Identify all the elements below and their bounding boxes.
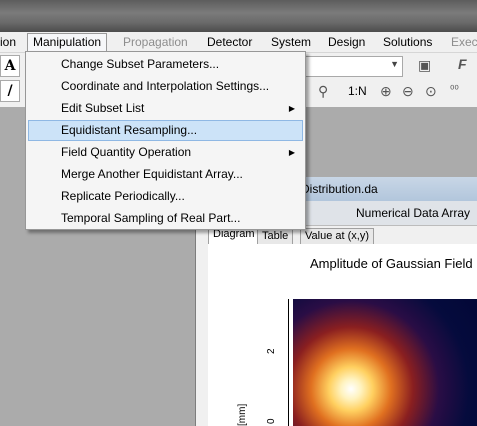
menu-item-merge-another-equidistant-array[interactable]: Merge Another Equidistant Array... [28,164,303,185]
window-title-bar [0,0,477,32]
zoom-100-icon[interactable]: ⁰⁰ [450,83,459,96]
pin-icon[interactable]: ⚲ [318,83,328,100]
zoom-in-icon[interactable]: ⊕ [380,83,392,100]
menu-bar: ion Manipulation Propagation Detector Sy… [0,32,477,53]
menu-item-temporal-sampling[interactable]: Temporal Sampling of Real Part... [28,208,303,229]
tab-table[interactable]: Table [257,228,294,244]
menu-design[interactable]: Design [328,35,365,49]
diagram-area: Amplitude of Gaussian Field 2 0 [mm] [208,244,477,426]
plot-title: Amplitude of Gaussian Field [310,256,473,271]
menu-item-label: Equidistant Resampling... [61,123,198,137]
manipulation-dropdown-menu: Change Subset Parameters... Coordinate a… [25,51,306,230]
y-axis-line [288,299,289,426]
tab-value-at[interactable]: Value at (x,y) [300,228,374,244]
submenu-arrow-icon: ▶ [288,104,295,113]
submenu-arrow-icon: ▶ [288,148,295,157]
chevron-down-icon: ▼ [390,59,399,69]
document-title: Distribution.da [301,182,378,196]
y-tick-label: 2 [266,348,277,354]
menu-item-label: Merge Another Equidistant Array... [61,167,243,181]
menu-simulation[interactable]: ion [0,35,16,49]
font-style-icon[interactable]: F [458,56,467,72]
menu-item-field-quantity-operation[interactable]: Field Quantity Operation ▶ [28,142,303,163]
y-axis-label: [mm] [237,403,248,426]
toolbar-font-button[interactable]: A [0,55,20,77]
menu-item-label: Edit Subset List [61,101,145,115]
menu-item-label: Change Subset Parameters... [61,57,220,71]
menu-item-replicate-periodically[interactable]: Replicate Periodically... [28,186,303,207]
menu-propagation[interactable]: Propagation [123,35,188,49]
menu-item-label: Coordinate and Interpolation Settings... [61,79,270,93]
menu-item-label: Field Quantity Operation [61,145,192,159]
menu-detector[interactable]: Detector [207,35,252,49]
zoom-ratio-button[interactable]: 1:N [348,84,367,98]
menu-item-label: Temporal Sampling of Real Part... [61,211,241,225]
toolbar-curve-button[interactable]: / [0,80,20,102]
menu-execute[interactable]: Execu [451,35,477,49]
menu-item-edit-subset-list[interactable]: Edit Subset List ▶ [28,98,303,119]
heatmap-image [293,299,477,426]
zoom-out-icon[interactable]: ⊖ [402,83,414,100]
y-tick-label: 0 [266,418,277,424]
zoom-fit-icon[interactable]: ⊙ [425,83,437,100]
toolbar-combo[interactable]: ▼ [305,56,403,77]
document-subtitle: Numerical Data Array [356,206,471,220]
menu-item-change-subset-parameters[interactable]: Change Subset Parameters... [28,54,303,75]
color-square-icon[interactable]: ▣ [418,57,431,74]
menu-solutions[interactable]: Solutions [383,35,432,49]
menu-item-label: Replicate Periodically... [61,189,185,203]
menu-item-coordinate-interpolation-settings[interactable]: Coordinate and Interpolation Settings... [28,76,303,97]
left-panel [0,107,25,426]
menu-system[interactable]: System [271,35,311,49]
menu-manipulation[interactable]: Manipulation [27,33,108,51]
menu-item-equidistant-resampling[interactable]: Equidistant Resampling... [28,120,303,141]
